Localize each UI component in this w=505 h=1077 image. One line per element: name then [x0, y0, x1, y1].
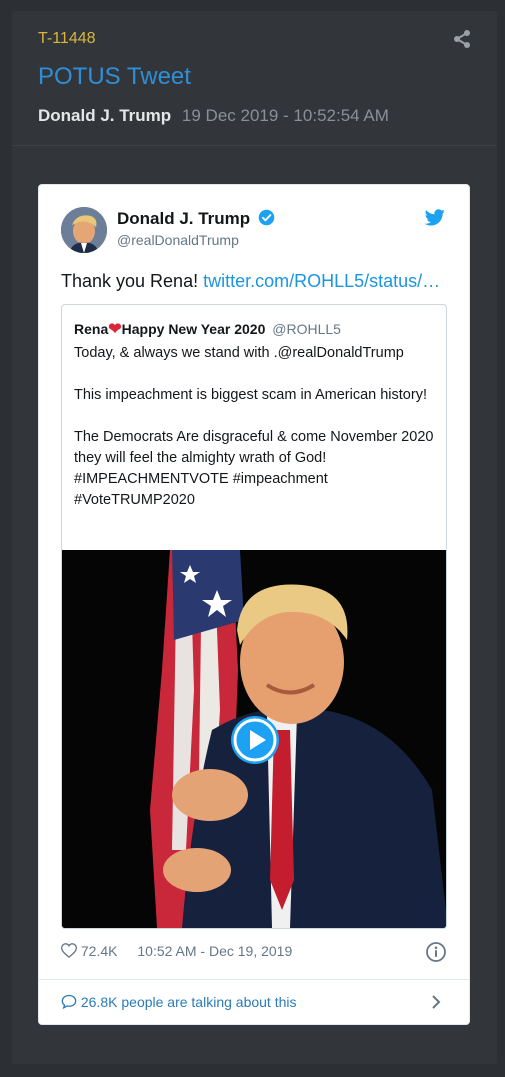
play-icon[interactable]: [230, 715, 280, 765]
quoted-line-3: The Democrats Are disgraceful & come Nov…: [74, 429, 434, 508]
quoted-line-1: Today, & always we stand with .@realDona…: [74, 345, 404, 361]
info-icon[interactable]: [425, 941, 447, 963]
share-icon[interactable]: [453, 29, 471, 49]
quoted-tweet-header: Rena❤Happy New Year 2020 @ROHLL5: [74, 319, 341, 339]
quoted-tweet[interactable]: Rena❤Happy New Year 2020 @ROHLL5 Today, …: [61, 304, 447, 929]
avatar[interactable]: [61, 207, 107, 253]
tweet-stats: 72.4K 10:52 AM - Dec 19, 2019: [60, 943, 292, 959]
heart-icon: [60, 943, 78, 959]
divider: [39, 979, 469, 980]
verified-badge-icon: [258, 209, 275, 226]
quoted-author-name: Rena❤Happy New Year 2020: [74, 321, 266, 338]
tweet-link[interactable]: twitter.com/ROHLL5/status/…: [203, 271, 440, 291]
like-count: 72.4K: [80, 943, 118, 959]
quoted-line-2: This impeachment is biggest scam in Amer…: [74, 387, 427, 403]
post-date: 19 Dec 2019 - 10:52:54 AM: [181, 106, 389, 125]
speech-bubble-icon: [61, 994, 77, 1010]
conversation-link[interactable]: 26.8K people are talking about this: [61, 994, 297, 1010]
chevron-right-icon[interactable]: [429, 994, 443, 1010]
tweet-author-handle[interactable]: @realDonaldTrump: [117, 232, 239, 248]
post-title: POTUS Tweet: [38, 63, 191, 90]
twitter-bird-icon[interactable]: [425, 209, 445, 226]
tweet-text: Thank you Rena! twitter.com/ROHLL5/statu…: [61, 271, 441, 291]
embedded-tweet: Donald J. Trump @realDonaldTrump Thank y…: [38, 184, 470, 1025]
tweet-timestamp[interactable]: 10:52 AM - Dec 19, 2019: [137, 943, 292, 959]
post-panel: T-11448 POTUS Tweet Donald J. Trump 19 D…: [12, 11, 497, 1064]
post-header: T-11448 POTUS Tweet Donald J. Trump 19 D…: [12, 11, 497, 146]
post-id: T-11448: [38, 30, 96, 47]
post-author: Donald J. Trump: [38, 106, 172, 125]
heart-emoji: ❤: [108, 321, 122, 338]
like-button[interactable]: 72.4K: [60, 943, 118, 959]
quoted-tweet-body: Today, & always we stand with .@realDona…: [74, 343, 434, 511]
video-thumbnail[interactable]: [62, 550, 446, 928]
post-meta: Donald J. Trump 19 Dec 2019 - 10:52:54 A…: [38, 106, 389, 126]
quoted-author-handle: @ROHLL5: [272, 321, 341, 337]
tweet-author-name[interactable]: Donald J. Trump: [117, 209, 275, 229]
